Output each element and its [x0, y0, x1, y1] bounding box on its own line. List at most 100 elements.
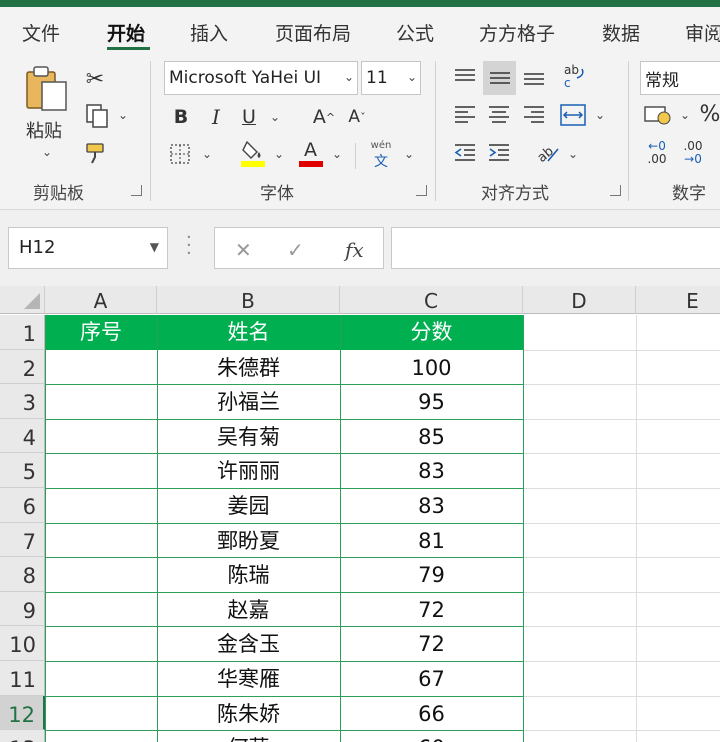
- percent-icon[interactable]: %: [700, 99, 720, 129]
- table-cell-score[interactable]: 85: [340, 419, 523, 454]
- table-cell-name[interactable]: 吴有菊: [157, 419, 340, 454]
- select-all-button[interactable]: [0, 286, 45, 314]
- table-cell-index[interactable]: [45, 419, 157, 454]
- tab-home[interactable]: 开始: [107, 19, 145, 46]
- row-header-13[interactable]: 13: [0, 730, 45, 742]
- table-cell-score[interactable]: 79: [340, 557, 523, 592]
- chevron-down-icon[interactable]: ⌄: [202, 147, 212, 161]
- table-header-cell[interactable]: 序号: [45, 315, 157, 350]
- column-header-c[interactable]: C: [340, 286, 523, 314]
- orientation-icon[interactable]: ab: [532, 137, 562, 167]
- table-cell-score[interactable]: 81: [340, 523, 523, 558]
- merge-center-icon[interactable]: [558, 101, 588, 129]
- align-top-icon[interactable]: [451, 63, 479, 91]
- table-cell-index[interactable]: [45, 696, 157, 731]
- tab-page-layout[interactable]: 页面布局: [275, 19, 351, 46]
- table-cell-name[interactable]: 许丽丽: [157, 453, 340, 488]
- table-cell-index[interactable]: [45, 350, 157, 385]
- table-cell-name[interactable]: 华寒雁: [157, 661, 340, 696]
- cut-icon[interactable]: ✂: [82, 65, 108, 93]
- table-cell-index[interactable]: [45, 384, 157, 419]
- font-size-combo[interactable]: 11 ⌄: [361, 61, 421, 95]
- row-header-9[interactable]: 9: [0, 591, 45, 627]
- copy-icon[interactable]: [82, 101, 112, 131]
- chevron-down-icon[interactable]: ⌄: [332, 147, 342, 161]
- column-header-e[interactable]: E: [636, 286, 720, 314]
- align-middle-icon[interactable]: [483, 61, 516, 95]
- table-cell-score[interactable]: 100: [340, 350, 523, 385]
- increase-indent-icon[interactable]: [485, 139, 513, 167]
- bold-icon[interactable]: B: [168, 103, 194, 131]
- align-bottom-icon[interactable]: [520, 63, 548, 91]
- italic-icon[interactable]: I: [203, 103, 229, 131]
- row-header-4[interactable]: 4: [0, 418, 45, 454]
- fill-color-icon[interactable]: [238, 137, 268, 169]
- dialog-launcher-icon[interactable]: [131, 185, 142, 196]
- table-cell-score[interactable]: 83: [340, 453, 523, 488]
- underline-icon[interactable]: U: [236, 103, 262, 131]
- insert-function-icon[interactable]: fx: [345, 238, 364, 262]
- table-cell-index[interactable]: [45, 557, 157, 592]
- phonetic-guide-icon[interactable]: wén 文: [366, 139, 396, 171]
- table-cell-score[interactable]: 67: [340, 661, 523, 696]
- cancel-icon[interactable]: ✕: [235, 238, 252, 262]
- table-cell-name[interactable]: 陈朱娇: [157, 696, 340, 731]
- table-cell-name[interactable]: 何莉: [157, 730, 340, 742]
- tab-fangfang[interactable]: 方方格子: [479, 19, 555, 46]
- tab-data[interactable]: 数据: [602, 19, 640, 46]
- tab-file[interactable]: 文件: [22, 19, 60, 46]
- paste-label[interactable]: 粘贴: [26, 117, 62, 143]
- wrap-text-icon[interactable]: ab c: [560, 61, 588, 91]
- row-header-7[interactable]: 7: [0, 522, 45, 558]
- table-cell-name[interactable]: 赵嘉: [157, 592, 340, 627]
- table-cell-index[interactable]: [45, 488, 157, 523]
- row-header-10[interactable]: 10: [0, 626, 45, 661]
- align-center-icon[interactable]: [485, 101, 513, 129]
- worksheet-grid[interactable]: ABCDE12345678910111213序号姓名分数朱德群100孙福兰95吴…: [0, 286, 720, 742]
- row-header-11[interactable]: 11: [0, 661, 45, 696]
- row-header-5[interactable]: 5: [0, 453, 45, 488]
- name-box[interactable]: H12 ▼: [8, 227, 168, 269]
- increase-font-icon[interactable]: A ^: [310, 103, 338, 131]
- paste-icon[interactable]: [22, 63, 72, 115]
- chevron-down-icon[interactable]: ⌄: [274, 147, 284, 161]
- tab-formulas[interactable]: 公式: [396, 19, 434, 46]
- table-cell-index[interactable]: [45, 523, 157, 558]
- table-cell-name[interactable]: 姜园: [157, 488, 340, 523]
- table-header-cell[interactable]: 姓名: [157, 315, 340, 350]
- font-name-combo[interactable]: Microsoft YaHei UI ⌄: [164, 61, 358, 95]
- table-cell-index[interactable]: [45, 453, 157, 488]
- table-cell-score[interactable]: 95: [340, 384, 523, 419]
- table-cell-score[interactable]: 72: [340, 592, 523, 627]
- chevron-down-icon[interactable]: ⌄: [42, 145, 52, 159]
- chevron-down-icon[interactable]: ⌄: [680, 108, 690, 122]
- row-header-3[interactable]: 3: [0, 384, 45, 419]
- row-header-12[interactable]: 12: [0, 695, 45, 731]
- column-header-d[interactable]: D: [523, 286, 636, 314]
- more-options-icon[interactable]: · · ·: [186, 229, 192, 263]
- align-left-icon[interactable]: [451, 101, 479, 129]
- row-header-8[interactable]: 8: [0, 557, 45, 592]
- table-header-cell[interactable]: 分数: [340, 315, 523, 350]
- format-painter-icon[interactable]: [82, 139, 112, 167]
- chevron-down-icon[interactable]: ⌄: [118, 108, 128, 122]
- table-cell-index[interactable]: [45, 592, 157, 627]
- table-cell-name[interactable]: 孙福兰: [157, 384, 340, 419]
- tab-insert[interactable]: 插入: [190, 19, 228, 46]
- table-cell-index[interactable]: [45, 730, 157, 742]
- enter-icon[interactable]: ✓: [287, 238, 304, 262]
- decrease-font-icon[interactable]: Aˇ: [343, 103, 371, 131]
- table-cell-index[interactable]: [45, 661, 157, 696]
- table-cell-name[interactable]: 陈瑞: [157, 557, 340, 592]
- chevron-down-icon[interactable]: ⌄: [568, 147, 578, 161]
- chevron-down-icon[interactable]: ⌄: [270, 110, 280, 124]
- dialog-launcher-icon[interactable]: [416, 185, 427, 196]
- font-color-icon[interactable]: A: [296, 137, 326, 169]
- decrease-decimal-icon[interactable]: .00 →0: [676, 137, 710, 169]
- table-cell-name[interactable]: 鄄盼夏: [157, 523, 340, 558]
- table-cell-name[interactable]: 朱德群: [157, 350, 340, 385]
- accounting-format-icon[interactable]: [642, 101, 674, 129]
- table-cell-name[interactable]: 金含玉: [157, 626, 340, 661]
- chevron-down-icon[interactable]: ⌄: [595, 108, 605, 122]
- table-cell-score[interactable]: 83: [340, 488, 523, 523]
